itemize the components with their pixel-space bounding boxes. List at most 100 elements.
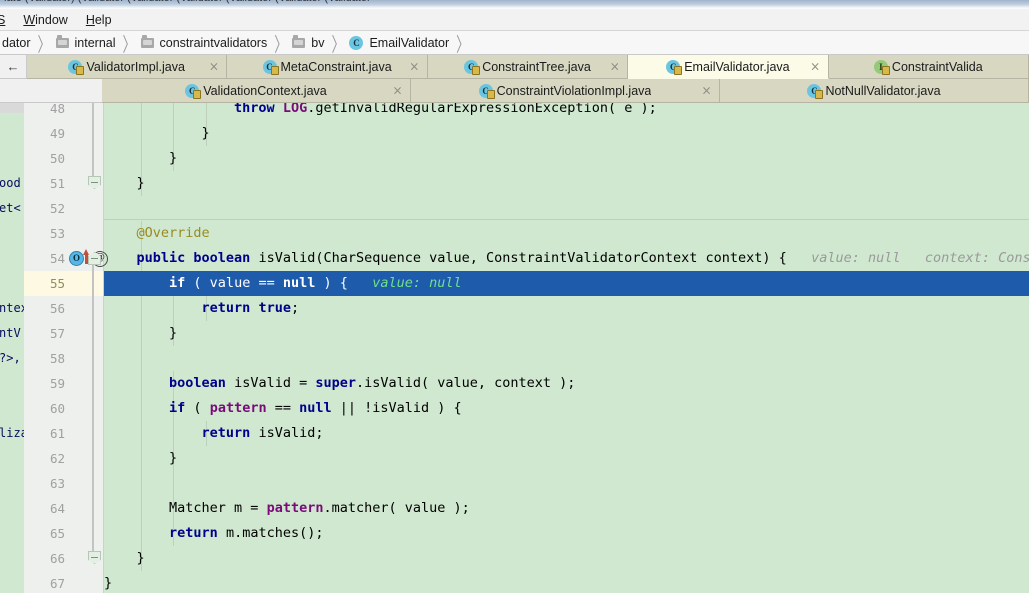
editor-tab-validatorimpl-java[interactable]: CValidatorImpl.java× <box>27 55 227 79</box>
code-line-57[interactable]: } <box>104 321 1029 346</box>
tab-scroll-left-icon[interactable]: ← <box>0 55 27 79</box>
code-line-55[interactable]: if ( value == null ) { value: null <box>104 271 1029 296</box>
breadcrumb-label: EmailValidator <box>367 36 451 50</box>
code-token: null <box>299 400 332 416</box>
line-number: 63 <box>24 476 68 491</box>
close-tab-icon[interactable]: × <box>609 61 620 72</box>
code-line-54[interactable]: public boolean isValid(CharSequence valu… <box>104 246 1029 271</box>
code-line-52[interactable] <box>104 196 1029 221</box>
breadcrumb-item-internal[interactable]: internal <box>56 36 118 50</box>
close-tab-icon[interactable]: × <box>208 61 219 72</box>
code-line-text: } <box>104 575 112 591</box>
code-token: Matcher m = <box>104 500 267 516</box>
code-token <box>104 103 234 116</box>
code-token: .matcher( value ); <box>323 500 469 516</box>
breadcrumb-label: constraintvalidators <box>158 36 270 50</box>
menu-item-help[interactable]: Help <box>77 11 121 29</box>
close-tab-icon[interactable]: × <box>701 85 712 96</box>
code-token: @Override <box>137 225 210 241</box>
code-editor[interactable]: oodet<ntexntV?>,liza 48495051525354O@555… <box>0 103 1029 593</box>
code-line-64[interactable]: Matcher m = pattern.matcher( value ); <box>104 496 1029 521</box>
code-line-49[interactable]: } <box>104 121 1029 146</box>
code-line-text: } <box>104 150 177 166</box>
code-token: .getInvalidRegularExpressionException( e… <box>307 103 657 116</box>
lock-badge-icon <box>487 90 495 99</box>
breadcrumb-item-emailvalidator[interactable]: CEmailValidator <box>349 36 451 50</box>
editor-tab-metaconstraint-java[interactable]: CMetaConstraint.java× <box>227 55 427 79</box>
menu-item-vcs[interactable]: S <box>0 11 14 29</box>
folder-icon <box>56 38 69 48</box>
line-number: 62 <box>24 451 68 466</box>
code-line-63[interactable] <box>104 471 1029 496</box>
editor-tab-constrainttree-java[interactable]: CConstraintTree.java× <box>428 55 628 79</box>
menu-item-window[interactable]: Window <box>14 11 76 29</box>
code-line-51[interactable]: } <box>104 171 1029 196</box>
close-tab-icon[interactable]: × <box>392 85 403 96</box>
code-line-67[interactable]: } <box>104 571 1029 593</box>
code-line-50[interactable]: } <box>104 146 1029 171</box>
editor-tab-notnullvalidator-java[interactable]: CNotNullValidator.java <box>720 79 1029 103</box>
tab-row-2-spacer <box>0 79 102 103</box>
fold-end-marker-line-51[interactable] <box>88 176 101 189</box>
code-token <box>104 525 169 541</box>
code-token: m.matches(); <box>218 525 324 541</box>
code-line-text: throw LOG.getInvalidRegularExpressionExc… <box>104 103 657 116</box>
code-token: LOG <box>283 103 307 116</box>
line-number: 52 <box>24 201 68 216</box>
overriding-method-icon[interactable]: O <box>69 251 84 266</box>
fold-start-marker-line-54[interactable] <box>88 252 101 265</box>
editor-tab-emailvalidator-java[interactable]: CEmailValidator.java× <box>628 55 828 79</box>
code-line-58[interactable] <box>104 346 1029 371</box>
java-class-icon: C <box>666 59 680 74</box>
code-line-65[interactable]: return m.matches(); <box>104 521 1029 546</box>
menu-bar: SWindowHelp <box>0 9 1029 31</box>
code-line-56[interactable]: return true; <box>104 296 1029 321</box>
close-tab-icon[interactable]: × <box>810 61 821 72</box>
tab-label: NotNullValidator.java <box>825 84 940 98</box>
java-class-icon: C <box>479 83 493 98</box>
code-line-60[interactable]: if ( pattern == null || !isValid ) { <box>104 396 1029 421</box>
line-number: 53 <box>24 226 68 241</box>
line-number: 58 <box>24 351 68 366</box>
code-token <box>104 225 137 241</box>
code-line-66[interactable]: } <box>104 546 1029 571</box>
java-class-icon: C <box>185 83 199 98</box>
code-token: value: null <box>348 275 462 291</box>
code-folding-column[interactable] <box>88 103 103 593</box>
code-line-48[interactable]: throw LOG.getInvalidRegularExpressionExc… <box>104 103 1029 121</box>
code-token: ) { <box>315 275 348 291</box>
java-interface-icon: I <box>874 59 888 74</box>
code-content[interactable]: throw LOG.getInvalidRegularExpressionExc… <box>104 103 1029 593</box>
line-number: 50 <box>24 151 68 166</box>
breadcrumb-label: internal <box>73 36 118 50</box>
line-number: 56 <box>24 301 68 316</box>
editor-tab-constraintvalida[interactable]: IConstraintValida <box>829 55 1029 79</box>
line-number: 65 <box>24 526 68 541</box>
code-token <box>104 375 169 391</box>
code-line-61[interactable]: return isValid; <box>104 421 1029 446</box>
editor-tab-constraintviolationimpl-java[interactable]: CConstraintViolationImpl.java× <box>411 79 720 103</box>
editor-tab-validationcontext-java[interactable]: C ValidationContext.java × <box>102 79 411 103</box>
code-token <box>104 400 169 416</box>
line-number: 67 <box>24 576 68 591</box>
clipped-text-fragment: ntV <box>0 326 21 340</box>
code-token: pattern <box>267 500 324 516</box>
breadcrumb-separator-icon: 〉 <box>326 31 349 55</box>
breadcrumb-item-dator[interactable]: dator <box>0 36 33 50</box>
code-line-59[interactable]: boolean isValid = super.isValid( value, … <box>104 371 1029 396</box>
code-token: boolean <box>169 375 226 391</box>
tab-label: ValidationContext.java <box>203 84 326 98</box>
code-line-text: boolean isValid = super.isValid( value, … <box>104 375 575 391</box>
line-number: 48 <box>24 103 68 116</box>
code-line-53[interactable]: @Override <box>104 221 1029 246</box>
breadcrumb-item-constraintvalidators[interactable]: constraintvalidators <box>141 36 270 50</box>
code-line-62[interactable]: } <box>104 446 1029 471</box>
code-line-text: } <box>104 175 145 191</box>
clipped-text-fragment: ood <box>0 176 21 190</box>
fold-end-marker-line-66[interactable] <box>88 551 101 564</box>
line-number: 59 <box>24 376 68 391</box>
line-number: 60 <box>24 401 68 416</box>
breadcrumb-item-bv[interactable]: bv <box>292 36 326 50</box>
close-tab-icon[interactable]: × <box>409 61 420 72</box>
code-token: if <box>169 275 185 291</box>
